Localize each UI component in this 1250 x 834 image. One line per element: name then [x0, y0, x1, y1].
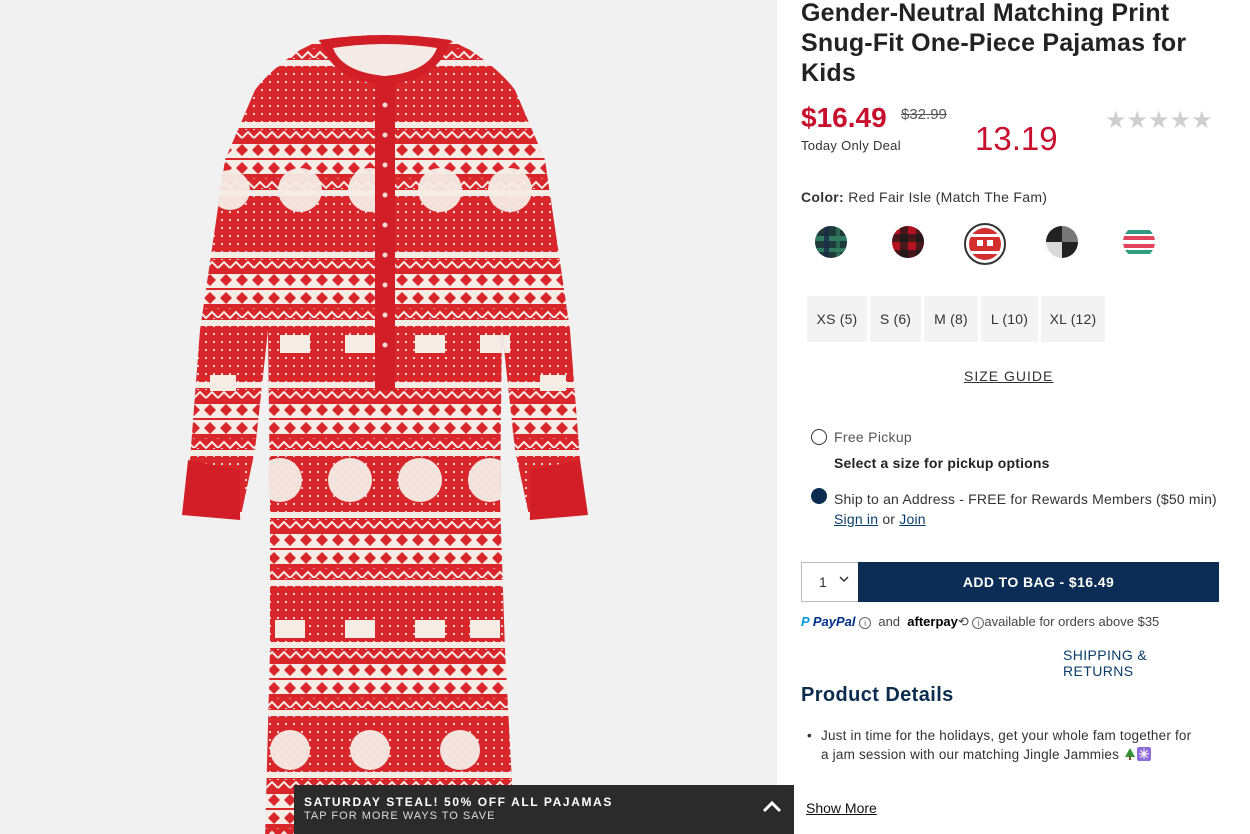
chevron-down-icon [839, 574, 849, 587]
size-guide-link[interactable]: SIZE GUIDE [964, 368, 1053, 384]
promo-subtitle: TAP FOR MORE WAYS TO SAVE [304, 810, 496, 822]
swatch-red-buffalo-check[interactable] [892, 226, 924, 258]
product-title: Gender-Neutral Matching Print Snug-Fit O… [801, 0, 1187, 87]
ship-option-text: Ship to an Address - FREE for Rewards Me… [834, 489, 1224, 529]
color-selection-label: Color: Red Fair Isle (Match The Fam) [801, 189, 1047, 205]
promo-title: SATURDAY STEAL! 50% OFF ALL PAJAMAS [304, 795, 613, 809]
promo-banner[interactable]: SATURDAY STEAL! 50% OFF ALL PAJAMAS TAP … [294, 785, 794, 834]
payment-options: P PayPal i and afterpay⟲ i available for … [801, 614, 1159, 630]
payment-note: available for orders above $35 [984, 614, 1160, 629]
product-details-heading: Product Details [801, 684, 954, 706]
color-value: Red Fair Isle (Match The Fam) [848, 189, 1048, 205]
bullet-icon: • [807, 728, 812, 743]
pickup-radio[interactable] [811, 429, 827, 445]
rating-stars[interactable]: ★★★★★ [1105, 106, 1213, 135]
size-l[interactable]: L (10) [981, 296, 1038, 342]
paypal-p-icon: P [801, 614, 810, 629]
promo-price: 13.19 [975, 120, 1058, 157]
quantity-select[interactable]: 1 [801, 562, 859, 602]
quantity-value: 1 [819, 574, 827, 590]
pajama-illustration [182, 35, 588, 834]
afterpay-logo[interactable]: afterpay [907, 614, 958, 629]
sign-in-link[interactable]: Sign in [834, 511, 878, 527]
sale-price: $16.49 [801, 102, 887, 133]
pickup-subtext: Select a size for pickup options [834, 455, 1050, 471]
swatch-stripe[interactable] [1123, 226, 1155, 258]
swatch-red-fair-isle[interactable] [964, 223, 1006, 265]
color-swatches [815, 223, 1215, 266]
list-item: Just in time for the holidays, get your … [807, 726, 1197, 764]
and-text: and [878, 614, 901, 629]
info-icon[interactable]: i [972, 617, 985, 629]
swatch-green-plaid[interactable] [815, 226, 847, 258]
ship-radio[interactable] [811, 488, 827, 504]
size-m[interactable]: M (8) [924, 296, 978, 342]
size-xs[interactable]: XS (5) [807, 296, 867, 342]
or-text: or [882, 511, 896, 527]
swatch-black-white-check[interactable] [1046, 226, 1078, 258]
ship-label: Ship to an Address - FREE for Rewards Me… [834, 491, 1217, 507]
show-more-link[interactable]: Show More [806, 800, 877, 816]
original-price: $32.99 [901, 106, 947, 123]
product-image[interactable] [0, 0, 777, 834]
pickup-label: Free Pickup [834, 429, 912, 445]
afterpay-arrow-icon: ⟲ [957, 614, 969, 629]
paypal-logo[interactable]: P PayPal [801, 614, 855, 629]
chevron-up-icon[interactable] [762, 799, 782, 818]
deal-label: Today Only Deal [801, 138, 901, 153]
size-s[interactable]: S (6) [870, 296, 921, 342]
size-xl[interactable]: XL (12) [1041, 296, 1105, 342]
add-to-bag-button[interactable]: ADD TO BAG - $16.49 [858, 562, 1219, 602]
snowflake-icon [1137, 747, 1152, 761]
join-link[interactable]: Join [899, 511, 925, 527]
christmas-tree-icon [1125, 748, 1136, 760]
color-label: Color: [801, 189, 845, 205]
shipping-returns-link[interactable]: SHIPPING & RETURNS [1063, 647, 1221, 679]
product-details-list: • Just in time for the holidays, get you… [807, 726, 1197, 764]
info-icon[interactable]: i [859, 617, 872, 629]
